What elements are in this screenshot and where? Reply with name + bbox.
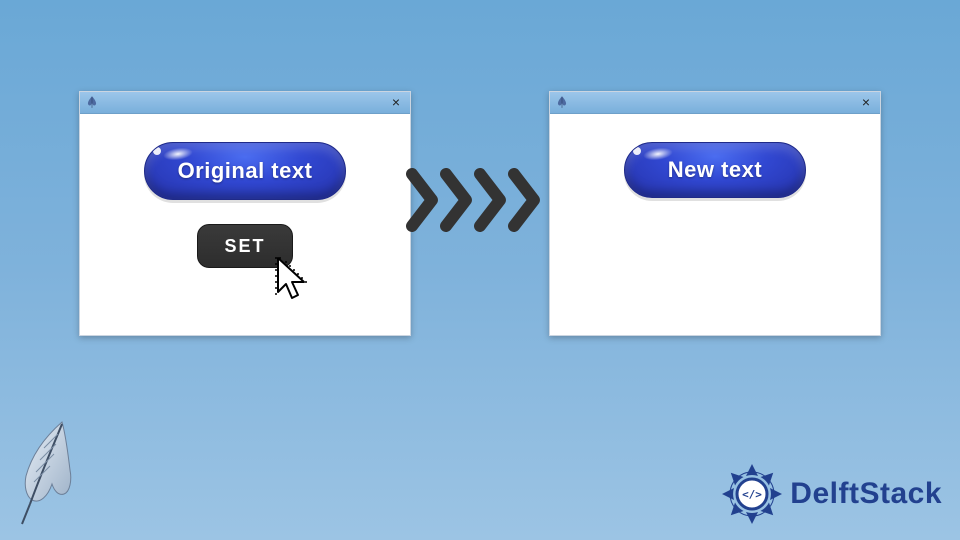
feather-icon [84, 93, 100, 111]
button-label: Original text [178, 158, 313, 184]
brand-wordmark: DelftStack [790, 477, 942, 511]
original-text-button[interactable]: Original text [144, 142, 346, 200]
window-after: × New text [549, 91, 881, 336]
set-button-label: SET [224, 236, 265, 257]
new-text-button[interactable]: New text [624, 142, 806, 198]
window-body: Original text SET [80, 114, 410, 335]
brand-logo-icon: </> [720, 462, 784, 526]
window-body: New text [550, 114, 880, 335]
feather-graphic [14, 418, 78, 528]
window-before: × Original text SET [79, 91, 411, 336]
brand: </> DelftStack [720, 462, 942, 526]
diagram-stage: × Original text SET [0, 0, 960, 540]
svg-text:</>: </> [742, 488, 762, 501]
close-icon[interactable]: × [388, 94, 404, 110]
arrow-sequence [406, 168, 554, 232]
set-button[interactable]: SET [197, 224, 293, 268]
feather-icon [554, 93, 570, 111]
titlebar: × [80, 92, 410, 114]
close-icon[interactable]: × [858, 94, 874, 110]
button-label: New text [668, 157, 762, 183]
titlebar: × [550, 92, 880, 114]
chevron-right-icon [508, 168, 548, 232]
